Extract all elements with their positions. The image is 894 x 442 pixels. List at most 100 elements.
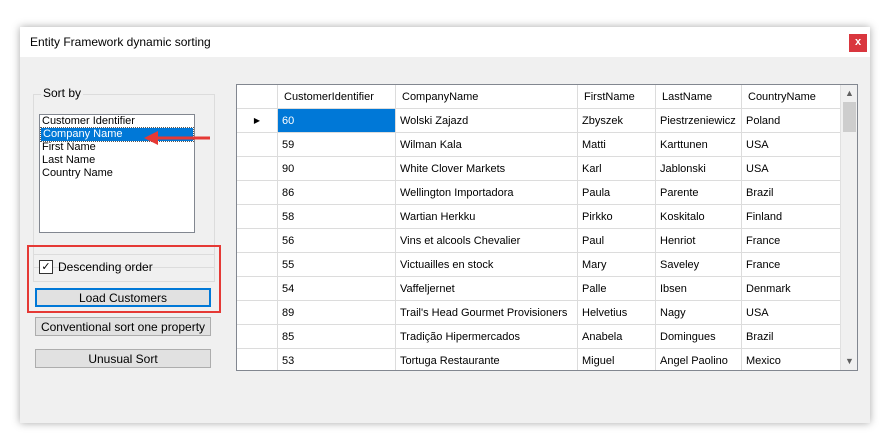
list-item[interactable]: Country Name: [40, 167, 194, 180]
table-row[interactable]: 59 Wilman Kala Matti Karttunen USA: [237, 132, 841, 157]
table-cell[interactable]: White Clover Markets: [395, 156, 578, 181]
row-header[interactable]: [237, 132, 278, 157]
table-row[interactable]: 58 Wartian Herkku Pirkko Koskitalo Finland: [237, 204, 841, 229]
table-row[interactable]: 85 Tradição Hipermercados Anabela Domingues…: [237, 324, 841, 349]
table-cell[interactable]: Ibsen: [655, 276, 742, 301]
table-row[interactable]: 86 Wellington Importadora Paula Parente Braz…: [237, 180, 841, 205]
row-header[interactable]: [237, 324, 278, 349]
table-cell[interactable]: Wartian Herkku: [395, 204, 578, 229]
scroll-down-icon[interactable]: ▼: [841, 353, 857, 370]
table-cell[interactable]: Jablonski: [655, 156, 742, 181]
table-cell[interactable]: Wilman Kala: [395, 132, 578, 157]
table-cell[interactable]: Paula: [577, 180, 656, 205]
table-cell[interactable]: Palle: [577, 276, 656, 301]
table-cell[interactable]: Henriot: [655, 228, 742, 253]
table-cell[interactable]: Paul: [577, 228, 656, 253]
table-cell[interactable]: 59: [277, 132, 396, 157]
row-header[interactable]: [237, 228, 278, 253]
table-cell[interactable]: Brazil: [741, 324, 841, 349]
table-row[interactable]: 55 Victuailles en stock Mary Saveley France: [237, 252, 841, 277]
table-cell[interactable]: Domingues: [655, 324, 742, 349]
annotation-arrow-icon: [144, 131, 210, 145]
row-header[interactable]: [237, 204, 278, 229]
table-cell[interactable]: USA: [741, 300, 841, 325]
current-row-indicator-icon[interactable]: ▶: [237, 108, 278, 133]
table-cell[interactable]: Wellington Importadora: [395, 180, 578, 205]
row-header[interactable]: [237, 348, 278, 370]
table-cell[interactable]: 90: [277, 156, 396, 181]
table-cell[interactable]: Piestrzeniewicz: [655, 108, 742, 133]
list-item[interactable]: Last Name: [40, 154, 194, 167]
table-cell[interactable]: Matti: [577, 132, 656, 157]
table-cell[interactable]: Angel Paolino: [655, 348, 742, 370]
table-cell[interactable]: Brazil: [741, 180, 841, 205]
row-header[interactable]: [237, 276, 278, 301]
table-cell[interactable]: USA: [741, 156, 841, 181]
column-header[interactable]: CustomerIdentifier: [277, 85, 396, 109]
table-cell[interactable]: France: [741, 228, 841, 253]
main-window: Entity Framework dynamic sorting x Sort …: [20, 27, 870, 423]
column-header[interactable]: CountryName: [741, 85, 841, 109]
table-cell[interactable]: 56: [277, 228, 396, 253]
table-cell[interactable]: Anabela: [577, 324, 656, 349]
table-cell[interactable]: 58: [277, 204, 396, 229]
table-cell[interactable]: Pirkko: [577, 204, 656, 229]
table-cell[interactable]: Mary: [577, 252, 656, 277]
unusual-sort-button[interactable]: Unusual Sort: [35, 349, 211, 368]
column-header[interactable]: LastName: [655, 85, 742, 109]
table-cell[interactable]: Mexico: [741, 348, 841, 370]
annotation-highlight-box: [27, 245, 221, 313]
row-header[interactable]: [237, 252, 278, 277]
table-row[interactable]: 89 Trail's Head Gourmet Provisioners Helve…: [237, 300, 841, 325]
title-bar: Entity Framework dynamic sorting x: [20, 27, 870, 57]
scroll-up-icon[interactable]: ▲: [841, 85, 857, 102]
table-cell[interactable]: Vins et alcools Chevalier: [395, 228, 578, 253]
vertical-scrollbar[interactable]: ▲ ▼: [840, 85, 857, 370]
table-cell[interactable]: 55: [277, 252, 396, 277]
table-cell[interactable]: 60: [277, 108, 396, 133]
close-button[interactable]: x: [849, 34, 867, 52]
table-cell[interactable]: Nagy: [655, 300, 742, 325]
table-row[interactable]: 56 Vins et alcools Chevalier Paul Henriot Fr…: [237, 228, 841, 253]
table-row[interactable]: ▶ 60 Wolski Zajazd Zbyszek Piestrzeniewicz Po…: [237, 108, 841, 133]
list-item[interactable]: Customer Identifier: [40, 115, 194, 128]
table-row[interactable]: 90 White Clover Markets Karl Jablonski USA: [237, 156, 841, 181]
row-header-corner: [237, 85, 278, 109]
table-cell[interactable]: Wolski Zajazd: [395, 108, 578, 133]
table-cell[interactable]: Parente: [655, 180, 742, 205]
table-cell[interactable]: 89: [277, 300, 396, 325]
table-cell[interactable]: Trail's Head Gourmet Provisioners: [395, 300, 578, 325]
sort-by-label: Sort by: [41, 86, 84, 100]
row-header[interactable]: [237, 300, 278, 325]
header-row: CustomerIdentifier CompanyName FirstName…: [237, 85, 841, 109]
table-cell[interactable]: Victuailles en stock: [395, 252, 578, 277]
table-row[interactable]: 53 Tortuga Restaurante Miguel Angel Paolino…: [237, 348, 841, 370]
column-header[interactable]: FirstName: [577, 85, 656, 109]
table-cell[interactable]: Zbyszek: [577, 108, 656, 133]
table-cell[interactable]: Finland: [741, 204, 841, 229]
scroll-thumb[interactable]: [843, 102, 856, 132]
table-cell[interactable]: 53: [277, 348, 396, 370]
table-cell[interactable]: Karl: [577, 156, 656, 181]
table-cell[interactable]: Saveley: [655, 252, 742, 277]
table-cell[interactable]: 85: [277, 324, 396, 349]
column-header[interactable]: CompanyName: [395, 85, 578, 109]
table-cell[interactable]: 54: [277, 276, 396, 301]
table-cell[interactable]: Denmark: [741, 276, 841, 301]
table-cell[interactable]: USA: [741, 132, 841, 157]
table-cell[interactable]: Karttunen: [655, 132, 742, 157]
row-header[interactable]: [237, 180, 278, 205]
table-cell[interactable]: 86: [277, 180, 396, 205]
table-cell[interactable]: Koskitalo: [655, 204, 742, 229]
table-cell[interactable]: Tortuga Restaurante: [395, 348, 578, 370]
table-cell[interactable]: Vaffeljernet: [395, 276, 578, 301]
customers-grid[interactable]: CustomerIdentifier CompanyName FirstName…: [236, 84, 858, 371]
table-cell[interactable]: Poland: [741, 108, 841, 133]
table-row[interactable]: 54 Vaffeljernet Palle Ibsen Denmark: [237, 276, 841, 301]
table-cell[interactable]: Miguel: [577, 348, 656, 370]
table-cell[interactable]: Tradição Hipermercados: [395, 324, 578, 349]
row-header[interactable]: [237, 156, 278, 181]
conventional-sort-button[interactable]: Conventional sort one property: [35, 317, 211, 336]
table-cell[interactable]: France: [741, 252, 841, 277]
table-cell[interactable]: Helvetius: [577, 300, 656, 325]
